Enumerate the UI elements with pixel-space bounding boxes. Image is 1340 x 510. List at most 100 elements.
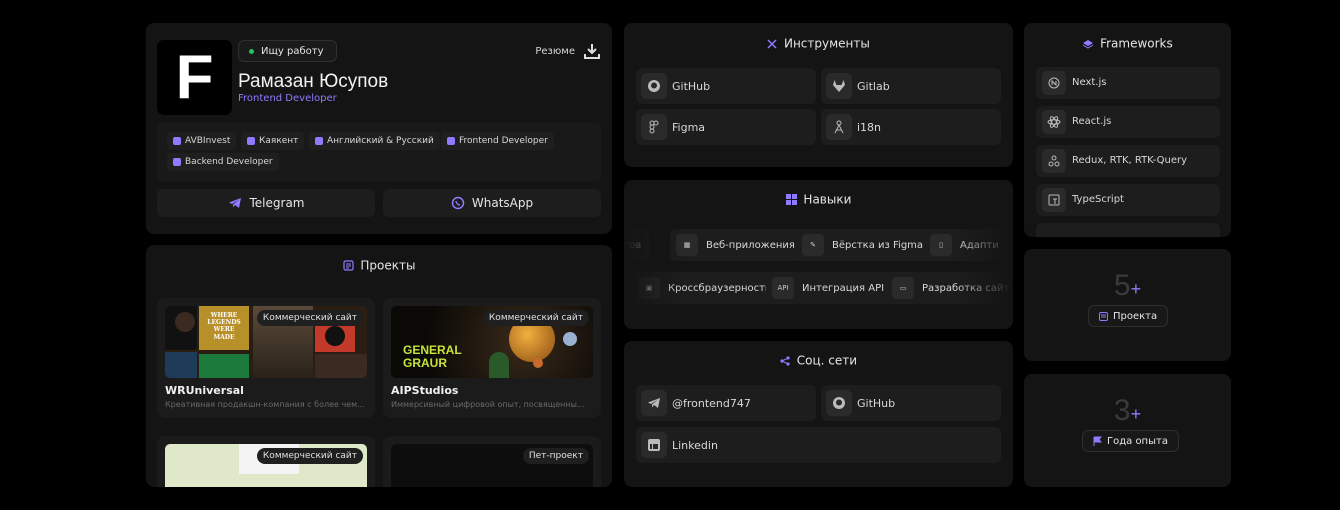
project-tag: Коммерческий сайт (482, 310, 589, 326)
status-dot-icon (249, 49, 254, 54)
project-image-text: WHERE LEGENDS WERE MADE (199, 306, 249, 350)
tools-icon (767, 38, 777, 49)
skills-marquee-row-2: ▣ Кроссбраузерность API Интеграция API ▭ Ра… (624, 272, 1013, 304)
nextjs-icon (1042, 71, 1066, 95)
status-badge: Ищу работу (238, 40, 337, 62)
tool-label: Figma (672, 121, 706, 134)
company-icon (173, 137, 181, 145)
project-desc: Иммерсивный цифровой опыт, посвященны... (391, 400, 585, 409)
framework-label: Redux, RTK, RTK-Query (1072, 155, 1188, 166)
apps-icon: ▦ (676, 234, 698, 256)
github-icon (826, 390, 852, 416)
document-icon (342, 260, 354, 271)
stat-experience-label: Года опыта (1082, 430, 1179, 452)
github-icon (641, 73, 667, 99)
profile-name: Рамазан Юсупов (238, 71, 389, 92)
stat-experience-card: 3+ Года опыта (1024, 374, 1231, 487)
profile-role: Frontend Developer (238, 93, 337, 104)
logo: F (157, 40, 232, 115)
pen-tool-icon: ✎ (802, 234, 824, 256)
browser-icon: ▣ (638, 277, 660, 299)
resume-link[interactable]: Резюме (535, 40, 601, 62)
skill-item: ▦ Веб-приложения (670, 229, 803, 261)
project-tag: Коммерческий сайт (256, 448, 363, 464)
redux-icon (1042, 149, 1066, 173)
chip-backend: Backend Developer (167, 153, 279, 171)
tool-github[interactable]: GitHub (636, 68, 816, 104)
whatsapp-icon (451, 196, 465, 210)
stat-projects-label: Проекта (1088, 305, 1169, 327)
telegram-icon (228, 198, 241, 208)
skills-marquee-row-1: гов ▦ Веб-приложения ✎ Вёрстка из Figma ▯ А… (624, 229, 1013, 261)
server-icon (173, 158, 181, 166)
info-chips: AVBInvest Каякент Английский & Русский F… (157, 123, 601, 181)
tool-i18n[interactable]: i18n (821, 109, 1001, 145)
project-image-text: GENERAL GRAUR (403, 343, 462, 371)
framework-label: React.js (1072, 116, 1112, 127)
tool-label: i18n (857, 121, 882, 134)
devices-icon: ▯ (930, 234, 952, 256)
frameworks-card: Frameworks Next.js React.js Redux, RTK, … (1024, 23, 1231, 237)
project-card-aipstudios[interactable]: GENERAL GRAUR Коммерческий сайт AIPStudi… (383, 298, 601, 418)
framework-redux[interactable]: Redux, RTK, RTK-Query (1036, 145, 1220, 177)
tool-label: Gitlab (857, 80, 890, 93)
framework-label: TypeScript (1072, 194, 1124, 205)
tools-title: Инструменты (624, 36, 1013, 51)
projects-card: Проекты WHERE LEGENDS WERE MADE Коммерче… (146, 245, 612, 487)
project-name: WRUniversal (165, 384, 244, 397)
project-tag: Коммерческий сайт (256, 310, 363, 326)
social-telegram[interactable]: @frontend747 (636, 385, 816, 421)
plus-sign: + (1130, 404, 1142, 424)
whatsapp-button[interactable]: WhatsApp (383, 189, 601, 217)
stat-projects-number: 5+ (1113, 269, 1142, 302)
project-desc: Креативная продакшн-компания с более чем… (165, 400, 365, 409)
skill-item: ▭ Разработка сайт (886, 272, 1013, 304)
skills-title: Навыки (624, 192, 1013, 207)
resume-label: Резюме (535, 45, 575, 57)
stat-projects-card: 5+ Проекта (1024, 249, 1231, 361)
logo-letter: F (175, 42, 214, 112)
chip-frontend: Frontend Developer (441, 132, 554, 150)
project-card-4[interactable]: Пет-проект (383, 436, 601, 487)
i18n-icon (826, 114, 852, 140)
social-card: Соц. сети @frontend747 GitHub Linkedin (624, 341, 1013, 487)
chip-company: AVBInvest (167, 132, 237, 150)
framework-label: Next.js (1072, 77, 1107, 88)
project-card-3[interactable]: Коммерческий сайт (157, 436, 375, 487)
skills-card: Навыки гов ▦ Веб-приложения ✎ Вёрстка из F… (624, 180, 1013, 329)
social-label: @frontend747 (672, 397, 751, 410)
framework-react[interactable]: React.js (1036, 106, 1220, 138)
tool-gitlab[interactable]: Gitlab (821, 68, 1001, 104)
download-icon (584, 44, 600, 59)
document-icon (1099, 311, 1108, 321)
project-name: AIPStudios (391, 384, 459, 397)
projects-title: Проекты (146, 258, 612, 273)
skill-item: ▯ Адапти (924, 229, 1007, 261)
plus-sign: + (1130, 279, 1142, 299)
framework-next-partial (1036, 223, 1220, 237)
share-icon (780, 355, 790, 366)
tool-figma[interactable]: Figma (636, 109, 816, 145)
social-github[interactable]: GitHub (821, 385, 1001, 421)
flag-icon (1093, 436, 1102, 446)
code-icon (447, 137, 455, 145)
figma-icon (641, 114, 667, 140)
grid-icon (785, 194, 797, 205)
social-label: GitHub (857, 397, 896, 410)
location-icon (247, 137, 255, 145)
project-card-wruniversal[interactable]: WHERE LEGENDS WERE MADE Коммерческий сай… (157, 298, 375, 418)
status-text: Ищу работу (261, 45, 324, 57)
project-tag: Пет-проект (522, 448, 589, 464)
framework-typescript[interactable]: TypeScript (1036, 184, 1220, 216)
social-title: Соц. сети (624, 353, 1013, 368)
social-linkedin[interactable]: Linkedin (636, 427, 1001, 463)
react-icon (1042, 110, 1066, 134)
api-icon: API (772, 277, 794, 299)
tool-label: GitHub (672, 80, 711, 93)
framework-nextjs[interactable]: Next.js (1036, 67, 1220, 99)
globe-icon (315, 137, 323, 145)
telegram-icon (641, 390, 667, 416)
telegram-button[interactable]: Telegram (157, 189, 375, 217)
stat-experience-number: 3+ (1113, 394, 1142, 427)
layers-icon (1082, 39, 1094, 49)
